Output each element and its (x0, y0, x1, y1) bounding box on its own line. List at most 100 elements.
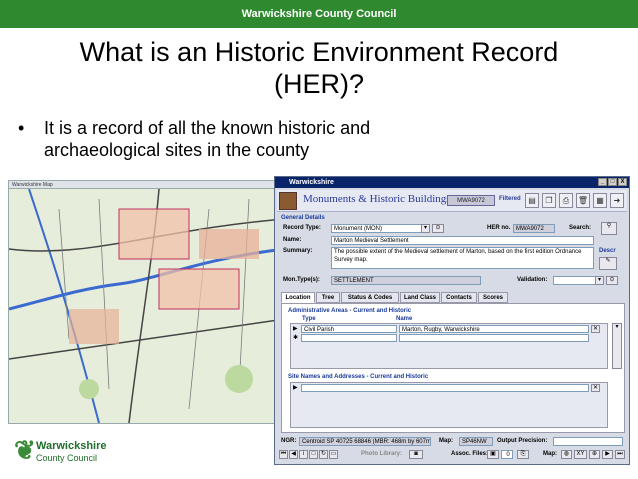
new-record-icon[interactable]: □ (309, 450, 318, 459)
admin-scrollbar[interactable]: ▾ (612, 323, 622, 369)
council-logo-icon: ❦ (14, 435, 36, 465)
table-row[interactable]: ▶ ✕ (291, 384, 607, 392)
record-type-select[interactable]: Monument (MON) (331, 224, 429, 233)
site-name-cell[interactable] (301, 384, 589, 392)
summary-field[interactable]: The possible extent of the Medieval sett… (331, 247, 594, 269)
window-footer: NGR: Centroid SP 40725 68846 (MBR: 468m … (277, 435, 627, 463)
tab-scores[interactable]: Scores (478, 292, 508, 303)
ngr-label: NGR: (281, 438, 297, 444)
report-icon[interactable]: ▦ (593, 193, 607, 208)
name-cell[interactable] (399, 334, 589, 342)
building-icon (279, 192, 297, 210)
attach-icon[interactable]: ⎘ (517, 450, 529, 459)
site-names-section: Site Names and Addresses - Current and H… (288, 374, 429, 380)
chevron-down-icon[interactable]: ▾ (421, 224, 430, 233)
logo-line-2: County Council (36, 453, 98, 463)
name-cell[interactable]: Marton, Rugby, Warwickshire (399, 325, 589, 333)
type-column-header: Type (302, 316, 316, 322)
table-row[interactable]: ✱ (291, 334, 607, 342)
info-icon[interactable]: i (299, 450, 308, 459)
window-titlebar: Warwickshire _ □ X (275, 177, 629, 188)
slide-title: What is an Historic Environment Record (… (0, 36, 638, 100)
folder-icon[interactable]: ▭ (329, 450, 338, 459)
council-logo: ❦ Warwickshire County Council (14, 432, 134, 470)
document-icon[interactable]: ▤ (525, 193, 539, 208)
assoc-files-label: Assoc. Files: (451, 451, 489, 457)
row-selector-icon: ▶ (293, 326, 298, 332)
chevron-down-icon[interactable]: ▾ (595, 276, 604, 285)
site-names-grid: ▶ ✕ (290, 382, 608, 428)
go-button[interactable]: ⊙ (606, 276, 618, 285)
binoculars-icon[interactable]: ⚲ (601, 222, 617, 235)
delete-row-icon[interactable]: ✕ (591, 384, 600, 392)
her-no-label: HER no. (487, 225, 511, 231)
exit-icon[interactable]: ➜ (610, 193, 624, 208)
admin-areas-grid: ▶ Civil Parish Marton, Rugby, Warwickshi… (290, 323, 608, 369)
zoom-icon[interactable]: ⊕ (589, 450, 600, 459)
row-selector-icon: ▶ (293, 385, 298, 391)
delete-row-icon[interactable]: ✕ (591, 325, 600, 333)
search-label: Search: (569, 225, 592, 231)
map-sheet-field[interactable]: SP46NW (459, 437, 493, 446)
window-title: Warwickshire (289, 179, 334, 186)
name-label: Name: (283, 237, 302, 243)
record-id-display: MWA9072 (447, 195, 495, 206)
descr-label: Descr (599, 248, 616, 254)
tab-contacts[interactable]: Contacts (441, 292, 477, 303)
title-line-1: What is an Historic Environment Record (79, 37, 559, 67)
next-record-icon[interactable]: ▶ (602, 450, 613, 459)
name-field[interactable]: Marton Medieval Settlement (331, 236, 594, 245)
type-cell[interactable]: Civil Parish (301, 325, 397, 333)
summary-label: Summary: (283, 248, 313, 254)
tab-land-class[interactable]: Land Class (400, 292, 440, 303)
title-line-2: (HER)? (273, 69, 364, 99)
mon-type-label: Mon.Type(s): (283, 277, 320, 283)
logo-line-1: Warwickshire (36, 440, 107, 452)
first-record-icon[interactable]: ⏮ (279, 450, 288, 459)
maximize-button[interactable]: □ (608, 178, 617, 186)
print-icon[interactable]: ⎙ (559, 193, 573, 208)
go-button[interactable]: ⊙ (432, 224, 444, 233)
refresh-icon[interactable]: ↻ (319, 450, 328, 459)
general-details-section: General Details (281, 215, 325, 221)
table-row[interactable]: ▶ Civil Parish Marton, Rugby, Warwickshi… (291, 325, 607, 333)
bullet-symbol: • (18, 118, 25, 138)
tab-status-codes[interactable]: Status & Codes (341, 292, 399, 303)
minimize-button[interactable]: _ (598, 178, 607, 186)
description-icon[interactable]: ✎ (599, 257, 617, 270)
globe-icon[interactable]: ◍ (561, 450, 572, 459)
previous-record-icon[interactable]: ◀ (289, 450, 298, 459)
name-column-header: Name (396, 316, 413, 322)
output-precision-select[interactable] (553, 437, 623, 446)
copy-icon[interactable]: ❐ (542, 193, 556, 208)
camera-icon[interactable]: ◙ (409, 450, 423, 459)
map-panel[interactable]: Warwickshire Map (8, 180, 286, 424)
files-icon[interactable]: ▣ (487, 450, 499, 459)
close-button[interactable]: X (618, 178, 627, 186)
her-window: Warwickshire _ □ X Monuments & Historic … (274, 176, 630, 465)
xy-button[interactable]: XY (574, 450, 587, 459)
delete-icon[interactable]: 🗑 (576, 193, 590, 208)
tab-tree[interactable]: Tree (316, 292, 340, 303)
type-cell[interactable] (301, 334, 397, 342)
filtered-label: Filtered (499, 196, 521, 202)
map-image (8, 188, 286, 424)
admin-areas-section: Administrative Areas - Current and Histo… (288, 308, 412, 314)
ngr-field[interactable]: Centroid SP 40725 68846 (MBR: 468m by 60… (299, 437, 431, 446)
output-precision-label: Output Precision: (497, 438, 548, 444)
mon-type-field[interactable]: SETTLEMENT (331, 276, 481, 285)
location-pane: Administrative Areas - Current and Histo… (281, 303, 625, 433)
validation-label: Validation: (517, 277, 548, 283)
photo-library-label: Photo Library: (361, 451, 403, 457)
last-record-icon[interactable]: ⏭ (615, 450, 625, 459)
bullet-text: It is a record of all the known historic… (44, 118, 371, 160)
record-type-label: Record Type: (283, 225, 321, 231)
app-toolbar: Monuments & Historic Buildings MWA9072 F… (277, 190, 627, 212)
new-row-icon: ✱ (293, 335, 299, 341)
map-label: Map: (439, 438, 453, 444)
map-button-label: Map: (543, 451, 557, 457)
slide-header: Warwickshire County Council (0, 0, 638, 28)
her-no-field[interactable]: MWA9072 (513, 224, 555, 233)
app-title: Monuments & Historic Buildings (303, 193, 451, 205)
tab-location[interactable]: Location (281, 292, 315, 303)
